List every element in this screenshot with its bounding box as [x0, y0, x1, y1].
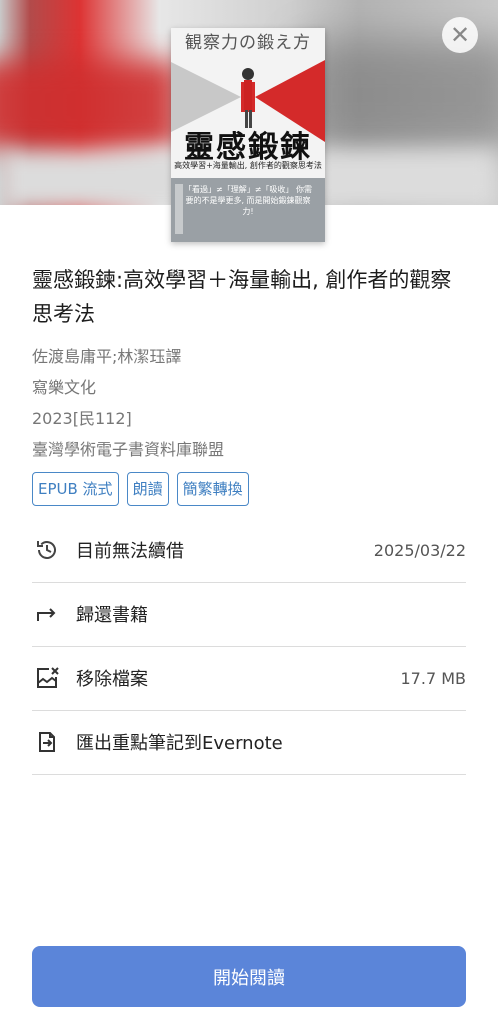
return-book-row[interactable]: 歸還書籍: [32, 582, 466, 647]
remove-file-label: 移除檔案: [76, 669, 148, 690]
renew-status-row: 目前無法續借 2025/03/22: [32, 518, 466, 583]
cover-subtitle: 高效學習+海量輸出, 創作者的觀察思考法: [174, 161, 322, 170]
book-library: 臺灣學術電子書資料庫聯盟: [32, 440, 225, 459]
start-reading-label: 開始閱讀: [213, 967, 285, 989]
tag-epub: EPUB 流式: [32, 472, 119, 506]
format-tags: EPUB 流式 朗讀 簡繁轉換: [32, 472, 249, 506]
renew-status-label: 目前無法續借: [76, 541, 184, 562]
remove-file-row[interactable]: 移除檔案 17.7 MB: [32, 646, 466, 711]
cover-band-text: 「看過」≠「理解」≠「吸收」 你需要的不是學更多, 而是開始鍛鍊觀察力!: [184, 185, 312, 216]
book-cover: 観察力の鍛え方 靈感鍛鍊 高效學習+海量輸出, 創作者的觀察思考法 「看過」≠「…: [171, 28, 325, 242]
file-size: 17.7 MB: [400, 668, 467, 688]
export-icon: [32, 727, 62, 757]
cover-band: 「看過」≠「理解」≠「吸收」 你需要的不是學更多, 而是開始鍛鍊觀察力!: [171, 178, 325, 242]
book-title: 靈感鍛鍊:高效學習＋海量輸出, 創作者的觀察思考法: [32, 268, 452, 326]
export-evernote-label: 匯出重點筆記到Evernote: [76, 733, 283, 754]
remove-file-icon: [32, 663, 62, 693]
due-date: 2025/03/22: [373, 540, 466, 560]
tag-convert: 簡繁轉換: [176, 472, 249, 506]
book-year: 2023[民112]: [32, 409, 132, 428]
history-icon: [32, 535, 62, 565]
export-evernote-row[interactable]: 匯出重點筆記到Evernote: [32, 710, 466, 775]
start-reading-button[interactable]: 開始閱讀: [32, 946, 466, 1007]
tag-read-aloud: 朗讀: [126, 472, 169, 506]
close-button[interactable]: ✕: [442, 17, 478, 53]
book-author: 佐渡島庸平;林潔珏譯: [32, 347, 182, 366]
return-arrow-icon: [32, 599, 62, 629]
cover-top-title: 観察力の鍛え方: [185, 33, 311, 53]
close-icon: ✕: [449, 21, 471, 49]
return-book-label: 歸還書籍: [76, 605, 148, 626]
book-publisher: 寫樂文化: [32, 378, 97, 397]
